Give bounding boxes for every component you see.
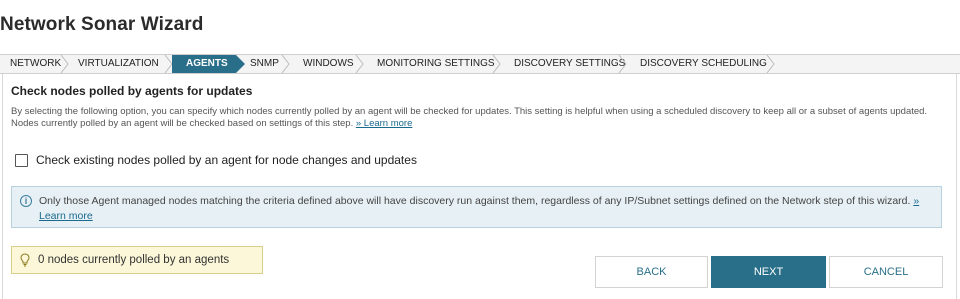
info-banner: i Only those Agent managed nodes matchin… — [11, 186, 942, 228]
back-button[interactable]: BACK — [595, 256, 708, 288]
active-step-arrow-icon — [236, 55, 245, 73]
nodes-count-text: 0 nodes currently polled by an agents — [38, 254, 230, 266]
section-heading: Check nodes polled by agents for updates — [11, 84, 253, 98]
step-label: DISCOVERY SETTINGS — [514, 58, 626, 69]
next-button[interactable]: NEXT — [711, 256, 826, 288]
step-label: SNMP — [250, 58, 279, 69]
wizard-steps: NETWORK VIRTUALIZATION AGENTS SNMP WINDO… — [0, 54, 960, 74]
agent-nodes-check-row[interactable]: Check existing nodes polled by an agent … — [15, 153, 417, 167]
info-banner-text: Only those Agent managed nodes matching … — [39, 194, 934, 224]
chevron-right-icon — [766, 55, 775, 73]
page-title: Network Sonar Wizard — [0, 14, 204, 35]
check-existing-nodes-checkbox[interactable] — [15, 153, 28, 167]
info-icon: i — [20, 195, 32, 207]
info-text: Only those Agent managed nodes matching … — [39, 195, 911, 207]
section-description: By selecting the following option, you c… — [11, 106, 946, 130]
step-discovery-scheduling[interactable]: DISCOVERY SCHEDULING — [626, 55, 775, 73]
step-network[interactable]: NETWORK — [0, 55, 69, 73]
step-label: WINDOWS — [303, 58, 354, 69]
step-label: NETWORK — [10, 58, 62, 69]
description-text: By selecting the following option, you c… — [11, 106, 928, 129]
checkbox-label[interactable]: Check existing nodes polled by an agent … — [36, 153, 417, 167]
step-label: VIRTUALIZATION — [78, 58, 159, 69]
cancel-button[interactable]: CANCEL — [829, 256, 943, 288]
step-discovery-settings[interactable]: DISCOVERY SETTINGS — [500, 55, 627, 73]
step-virtualization[interactable]: VIRTUALIZATION — [68, 55, 173, 73]
step-label: MONITORING SETTINGS — [377, 58, 495, 69]
learn-more-link[interactable]: » Learn more — [356, 118, 413, 129]
step-windows[interactable]: WINDOWS — [289, 55, 364, 73]
nodes-count-notice: 0 nodes currently polled by an agents — [11, 246, 263, 274]
step-agents[interactable]: AGENTS — [172, 55, 245, 73]
step-label: AGENTS — [186, 58, 228, 69]
step-label: DISCOVERY SCHEDULING — [640, 58, 767, 69]
step-monitoring-settings[interactable]: MONITORING SETTINGS — [363, 55, 501, 73]
lightbulb-icon — [20, 253, 30, 267]
